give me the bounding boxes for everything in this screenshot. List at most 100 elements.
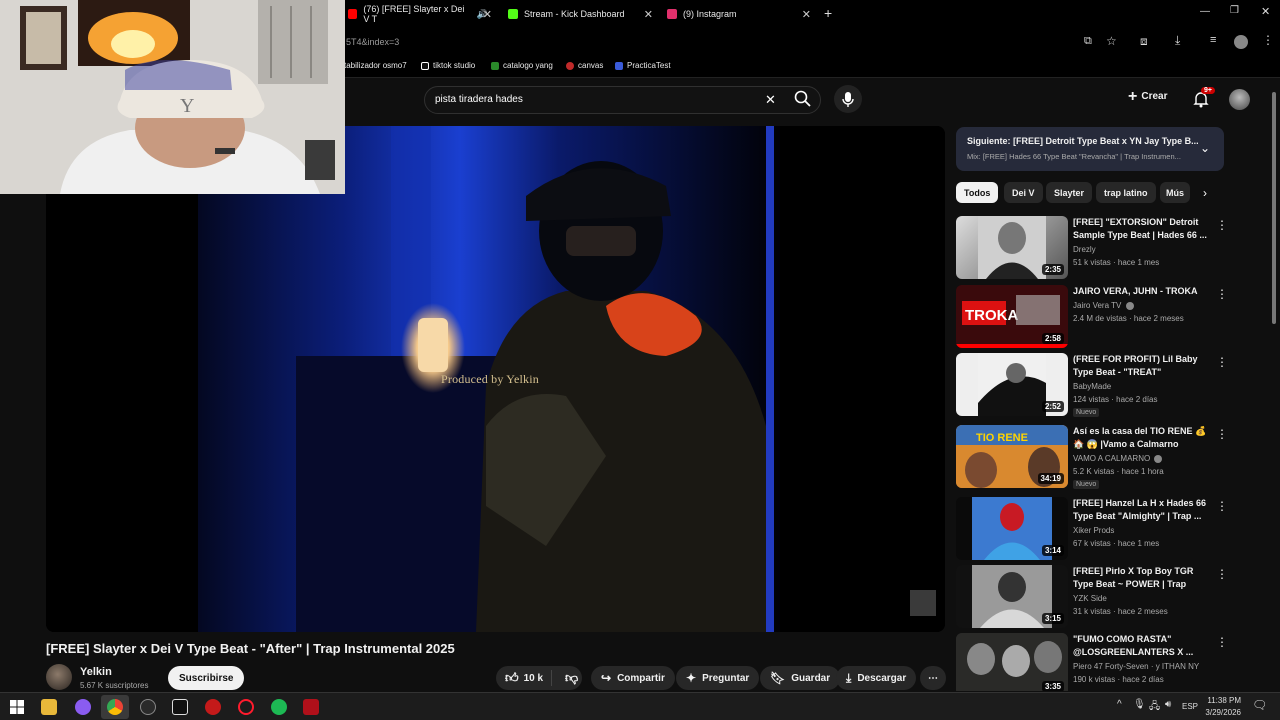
windows-start-icon[interactable] [9, 699, 25, 715]
chevron-up-icon[interactable]: ^ [1117, 699, 1122, 710]
notification-center-icon[interactable]: 🗨︎ [1252, 698, 1267, 712]
extensions-icon[interactable]: ⧈ [1140, 34, 1148, 49]
like-button[interactable]: 👍︎ 10 k [496, 670, 552, 686]
subscribe-button[interactable]: Suscribirse [168, 666, 245, 690]
close-window-icon[interactable]: ✕ [1261, 5, 1270, 18]
app-icon[interactable] [205, 699, 221, 715]
rec-title[interactable]: Así es la casa del TIO RENE 💰 🏠 😱 |Vamo … [1073, 425, 1208, 451]
recommendation-item[interactable]: TIO RENE 34:19 Así es la casa del TIO RE… [956, 425, 1228, 489]
video-thumbnail[interactable]: 2:52 [956, 353, 1068, 416]
recommendation-item[interactable]: 2:35 [FREE] "EXTORSION" Detroit Sample T… [956, 216, 1228, 280]
video-player[interactable]: Produced by Yelkin [46, 126, 945, 632]
media-control-icon[interactable]: ≡ [1210, 34, 1216, 46]
rec-channel[interactable]: Piero 47 Forty-Seven · y ITHAN NY [1073, 662, 1199, 671]
bookmark-item[interactable]: tiktok studio [421, 61, 475, 70]
chrome-icon[interactable] [107, 699, 123, 715]
more-vertical-icon[interactable]: ⋮ [1216, 218, 1228, 232]
rec-channel[interactable]: Drezly [1073, 245, 1096, 254]
chevron-down-icon[interactable]: ⌄ [1200, 141, 1210, 155]
volume-icon[interactable]: 🔊︎ [1165, 699, 1171, 710]
channel-name[interactable]: Yelkin [80, 666, 112, 678]
chip-todos[interactable]: Todos [956, 182, 999, 203]
share-button[interactable]: ↪ Compartir [591, 666, 675, 690]
recommendation-item[interactable]: 3:35 "FUMO COMO RASTA" @LOSGREENLANTERS … [956, 633, 1224, 691]
recommendation-item[interactable]: 3:14 [FREE] Hanzel La H x Hades 66 Type … [956, 497, 1228, 561]
new-tab-icon[interactable]: + [824, 5, 832, 21]
recommendation-item[interactable]: 3:15 [FREE] Pirlo X Top Boy TGR Type Bea… [956, 565, 1228, 629]
clock-time[interactable]: 11:38 PM [1205, 696, 1241, 705]
chevron-right-icon[interactable]: › [1203, 186, 1207, 200]
rec-title[interactable]: [FREE] Pirlo X Top Boy TGR Type Beat ~ P… [1073, 565, 1208, 591]
chip-slayter[interactable]: Slayter [1046, 182, 1093, 203]
browser-menu-icon[interactable]: ⋮ [1262, 33, 1274, 47]
video-thumbnail[interactable]: TROKA 2:58 [956, 285, 1068, 348]
recommendation-item[interactable]: 2:52 (FREE FOR PROFIT) Lil Baby Type Bea… [956, 353, 1228, 417]
dislike-button[interactable]: 👎︎ [558, 670, 578, 686]
search-input[interactable]: pista tiradera hades [435, 94, 523, 105]
network-icon[interactable]: 🖧 [1149, 699, 1160, 716]
restore-icon[interactable]: ❐ [1230, 5, 1239, 16]
bookmark-item[interactable]: catalogo yang [491, 61, 553, 70]
clock-date[interactable]: 3/29/2026 [1201, 708, 1241, 717]
chip-trap-latino[interactable]: trap latino [1096, 182, 1156, 203]
notifications-button[interactable]: 9+ [1192, 87, 1215, 108]
video-thumbnail[interactable]: 3:35 [956, 633, 1068, 691]
close-tab-icon[interactable]: ✕ [644, 8, 653, 21]
ask-button[interactable]: ✦ Preguntar [676, 666, 760, 690]
bookmark-item[interactable]: tabilizador osmo7 [344, 61, 407, 70]
opera-icon[interactable] [238, 699, 254, 715]
rec-title[interactable]: [FREE] Hanzel La H x Hades 66 Type Beat … [1073, 497, 1208, 523]
chip-musica[interactable]: Mús [1160, 182, 1190, 203]
tab-instagram[interactable]: (9) Instagram ✕ [667, 4, 811, 24]
more-vertical-icon[interactable]: ⋮ [1216, 499, 1228, 513]
rec-title[interactable]: "FUMO COMO RASTA" @LOSGREENLANTERS X ... [1073, 633, 1208, 659]
minimize-icon[interactable]: — [1200, 6, 1210, 17]
file-explorer-icon[interactable] [41, 699, 57, 715]
cast-icon[interactable]: ⧉ [1084, 35, 1092, 48]
discord-icon[interactable] [75, 699, 91, 715]
create-button[interactable]: + Crear [1128, 88, 1167, 104]
rec-title[interactable]: JAIRO VERA, JUHN - TROKA [1073, 285, 1208, 298]
rec-title[interactable]: (FREE FOR PROFIT) Lil Baby Type Beat - "… [1073, 353, 1208, 379]
page-scrollbar-thumb[interactable] [1272, 92, 1276, 324]
more-vertical-icon[interactable]: ⋮ [1216, 355, 1228, 369]
more-vertical-icon[interactable]: ⋮ [1216, 567, 1228, 581]
address-bar[interactable]: 5T4&index=3 [346, 37, 399, 47]
bookmark-star-icon[interactable]: ☆ [1106, 34, 1117, 48]
rec-channel[interactable]: Jairo Vera TV [1073, 301, 1134, 310]
close-tab-icon[interactable]: ✕ [483, 8, 492, 21]
bookmark-item[interactable]: canvas [566, 61, 603, 70]
close-tab-icon[interactable]: ✕ [802, 8, 811, 21]
download-icon[interactable]: ⤓ [1175, 33, 1180, 48]
download-button[interactable]: ⤓ Descargar [836, 666, 917, 690]
app-icon[interactable] [303, 699, 319, 715]
tab-youtube[interactable]: (76) [FREE] Slayter x Dei V T 🔊 ✕ [348, 4, 492, 24]
video-thumbnail[interactable]: 2:35 [956, 216, 1068, 279]
clear-search-icon[interactable]: ✕ [765, 92, 776, 108]
microphone-tray-icon[interactable]: 🎙︎ [1133, 699, 1146, 710]
account-avatar[interactable] [1229, 89, 1250, 110]
language-indicator[interactable]: ESP [1182, 702, 1198, 711]
rec-channel[interactable]: YZK Side [1073, 594, 1107, 603]
video-thumbnail[interactable]: 3:14 [956, 497, 1068, 560]
search-box[interactable]: pista tiradera hades ✕ [424, 86, 821, 114]
search-icon[interactable] [793, 89, 813, 109]
recommendation-item[interactable]: TROKA 2:58 JAIRO VERA, JUHN - TROKA Jair… [956, 285, 1228, 349]
voice-search-button[interactable] [834, 85, 862, 113]
video-thumbnail[interactable]: TIO RENE 34:19 [956, 425, 1068, 488]
rec-title[interactable]: [FREE] "EXTORSION" Detroit Sample Type B… [1073, 216, 1208, 242]
more-actions-button[interactable]: ⋯ [920, 666, 946, 690]
rec-channel[interactable]: Xiker Prods [1073, 526, 1114, 535]
up-next-panel[interactable]: Siguiente: [FREE] Detroit Type Beat x YN… [956, 127, 1224, 171]
channel-avatar[interactable] [46, 664, 72, 690]
more-vertical-icon[interactable]: ⋮ [1216, 635, 1224, 649]
tab-kick[interactable]: Stream - Kick Dashboard ✕ [508, 4, 653, 24]
chip-dei-v[interactable]: Dei V [1004, 182, 1043, 203]
more-vertical-icon[interactable]: ⋮ [1216, 427, 1228, 441]
app-icon[interactable] [140, 699, 156, 715]
spotify-icon[interactable] [271, 699, 287, 715]
video-thumbnail[interactable]: 3:15 [956, 565, 1068, 628]
bookmark-item[interactable]: PracticaTest [615, 61, 671, 70]
capcut-icon[interactable] [172, 699, 188, 715]
profile-avatar[interactable] [1234, 35, 1248, 49]
